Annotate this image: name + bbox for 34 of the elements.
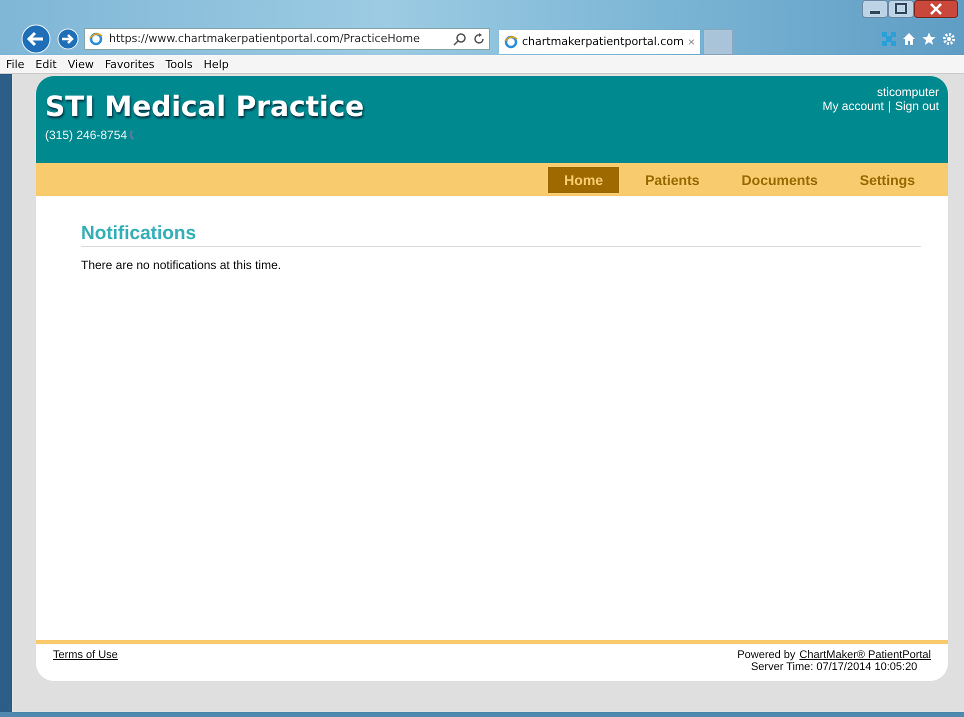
tab-close-button[interactable]: × [688, 34, 695, 48]
back-button[interactable] [21, 24, 51, 54]
my-account-link[interactable]: My account [822, 99, 884, 113]
section-heading: Notifications [81, 223, 921, 247]
close-button[interactable] [914, 0, 958, 18]
menu-item[interactable]: Tools [166, 58, 193, 70]
sign-out-link[interactable]: Sign out [894, 99, 939, 113]
powered-by-text: Powered by [737, 649, 796, 661]
notification-message: There are no notifications at this time. [81, 258, 282, 272]
forward-button[interactable] [57, 28, 79, 50]
browser-icon [504, 34, 518, 48]
home-icon[interactable] [902, 32, 916, 46]
link-separator: | [888, 99, 891, 113]
search-icon[interactable] [453, 32, 467, 46]
practice-title: STI Medical Practice [45, 90, 364, 123]
menu-item[interactable]: File [6, 58, 24, 70]
refresh-icon[interactable] [473, 32, 485, 44]
menu-item[interactable]: View [68, 58, 94, 70]
address-bar[interactable]: https://www.chartmakerpatientportal.com/PracticeHome [84, 28, 490, 50]
product-link[interactable]: ChartMaker® PatientPortal [799, 649, 931, 661]
menu-item[interactable]: Help [204, 58, 229, 70]
minimize-button[interactable] [862, 0, 888, 18]
tab-title: chartmakerpatientportal.com [522, 35, 684, 48]
phone-number: (315) 246-8754 [45, 128, 128, 142]
maximize-button[interactable] [888, 0, 914, 18]
menu-item[interactable]: Favorites [104, 58, 155, 70]
menu-item[interactable]: Edit [35, 58, 57, 70]
username: sticomputer [876, 85, 939, 99]
star-icon[interactable] [922, 32, 936, 46]
terms-link[interactable]: Terms of Use [53, 649, 118, 673]
server-time: Server Time: 07/17/2014 10:05:20 [750, 661, 918, 673]
settings-icon[interactable] [942, 32, 956, 46]
browser-icon [89, 32, 103, 46]
browser-tab[interactable]: chartmakerpatientportal.com × [499, 30, 700, 54]
